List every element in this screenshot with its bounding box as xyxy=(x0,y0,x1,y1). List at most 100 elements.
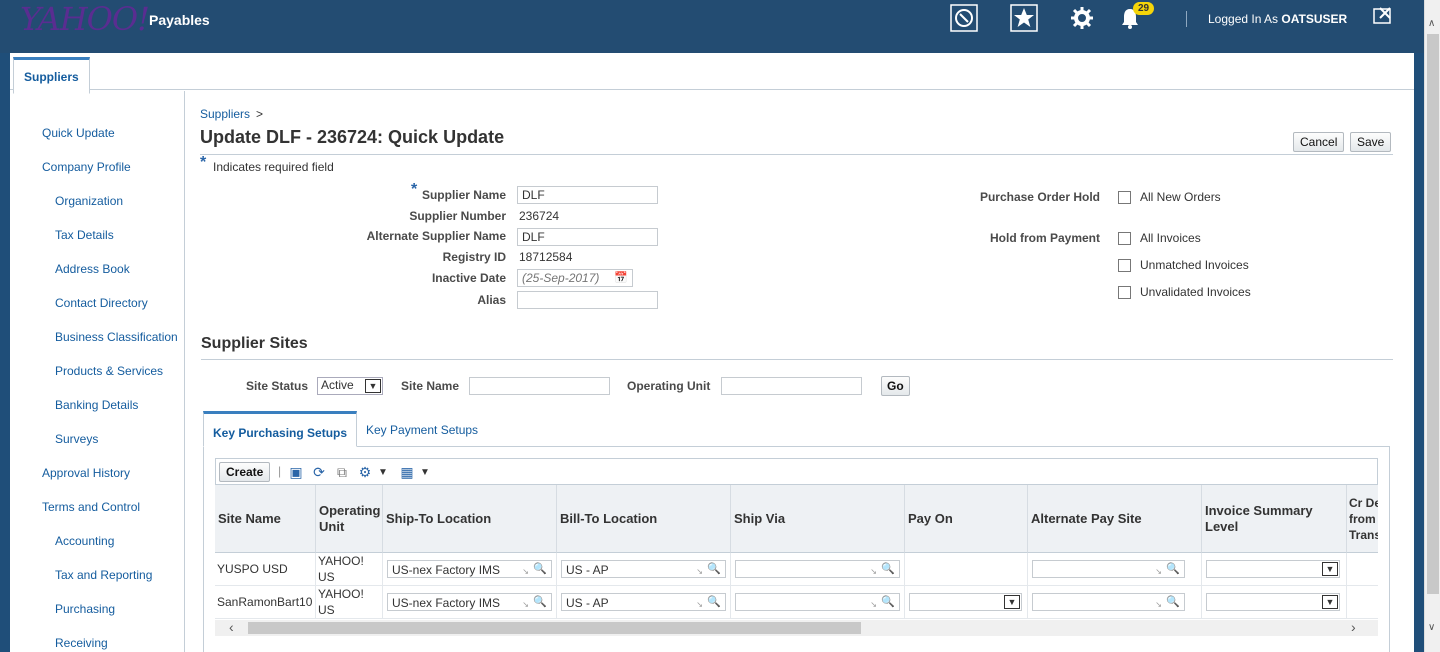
alt-pay-site-lov-input[interactable]: ↘ 🔍 xyxy=(1032,560,1185,578)
search-icon[interactable]: 🔍 xyxy=(533,561,547,577)
search-icon[interactable]: 🔍 xyxy=(881,561,895,577)
table-horizontal-scrollbar[interactable]: ‹ › xyxy=(215,619,1378,636)
unvalidated-invoices-checkbox[interactable] xyxy=(1118,286,1131,299)
ship-via-lov-input[interactable]: ↘ 🔍 xyxy=(735,560,900,578)
tab-key-purchasing-setups[interactable]: Key Purchasing Setups xyxy=(203,411,358,447)
site-status-select[interactable]: Active ▼ xyxy=(317,377,383,395)
search-icon[interactable]: 🔍 xyxy=(707,561,721,577)
alias-label: Alias xyxy=(477,293,506,307)
unmatched-invoices-checkbox[interactable] xyxy=(1118,259,1131,272)
cancel-button[interactable]: Cancel xyxy=(1293,132,1345,152)
search-icon[interactable]: 🔍 xyxy=(1166,561,1180,577)
search-icon[interactable]: 🔍 xyxy=(1166,594,1180,610)
ship-to-value: US-nex Factory IMS xyxy=(392,596,501,610)
table-cell-alt-pay-site: ↘ 🔍 xyxy=(1028,553,1202,586)
table-cell-ship-to: US-nex Factory IMS ↘ 🔍 xyxy=(383,586,557,619)
table-cell-alt-pay-site: ↘ 🔍 xyxy=(1028,586,1202,619)
all-new-orders-checkbox[interactable] xyxy=(1118,191,1131,204)
resize-icon: ↘ xyxy=(696,567,703,576)
scroll-up-arrow-icon[interactable]: ∧ xyxy=(1428,18,1435,29)
col-alternate-pay-site[interactable]: Alternate Pay Site xyxy=(1028,485,1202,553)
operating-unit-label: Operating Unit xyxy=(627,379,711,393)
nav-approval-history[interactable]: Approval History xyxy=(42,466,130,480)
chevron-down-icon[interactable]: ▼ xyxy=(1322,595,1338,609)
search-icon[interactable]: 🔍 xyxy=(881,594,895,610)
pay-on-select[interactable]: ▼ xyxy=(909,593,1022,611)
search-icon[interactable]: 🔍 xyxy=(707,594,721,610)
tab-key-payment-setups[interactable]: Key Payment Setups xyxy=(357,411,487,447)
alt-supplier-name-input[interactable] xyxy=(517,228,658,246)
alt-pay-site-lov-input[interactable]: ↘ 🔍 xyxy=(1032,593,1185,611)
navigator-icon[interactable] xyxy=(950,4,978,32)
nav-contact-directory[interactable]: Contact Directory xyxy=(55,296,148,310)
detach-icon[interactable]: ▣ xyxy=(287,463,305,481)
refresh-icon[interactable]: ⟳ xyxy=(310,463,328,481)
scroll-left-arrow-icon[interactable]: ‹ xyxy=(229,619,234,635)
go-button[interactable]: Go xyxy=(881,376,910,396)
calendar-icon[interactable]: 📅 xyxy=(614,271,628,284)
bill-to-lov-input[interactable]: US - AP ↘ 🔍 xyxy=(561,560,726,578)
registry-id-value: 18712584 xyxy=(519,250,573,264)
col-ship-via[interactable]: Ship Via xyxy=(731,485,905,553)
alias-input[interactable] xyxy=(517,291,658,309)
scrollbar-thumb[interactable] xyxy=(1427,34,1439,594)
scrollbar-thumb[interactable] xyxy=(248,622,861,634)
nav-products-services[interactable]: Products & Services xyxy=(55,364,163,378)
save-button[interactable]: Save xyxy=(1350,132,1392,152)
col-credit-debit-transactions[interactable]: Cr Debit from Trans xyxy=(1347,485,1378,553)
nav-surveys[interactable]: Surveys xyxy=(55,432,98,446)
col-ship-to-location[interactable]: Ship-To Location xyxy=(383,485,557,553)
po-hold-label: Purchase Order Hold xyxy=(979,190,1100,204)
chevron-down-icon[interactable]: ▼ xyxy=(365,379,381,393)
logout-icon[interactable] xyxy=(1372,5,1394,27)
chevron-down-icon[interactable]: ▼ xyxy=(1004,595,1020,609)
nav-business-classification[interactable]: Business Classification xyxy=(55,330,178,344)
supplier-number-label: Supplier Number xyxy=(409,209,506,223)
col-invoice-summary-level[interactable]: Invoice Summary Level xyxy=(1202,485,1347,553)
col-bill-to-location[interactable]: Bill-To Location xyxy=(557,485,731,553)
create-button[interactable]: Create xyxy=(219,462,271,482)
export-icon[interactable]: ⧉ xyxy=(333,463,351,481)
invoice-summary-select[interactable]: ▼ xyxy=(1206,560,1340,578)
site-name-label: Site Name xyxy=(401,379,460,393)
nav-terms-and-control[interactable]: Terms and Control xyxy=(42,500,140,514)
nav-tax-details[interactable]: Tax Details xyxy=(55,228,114,242)
col-site-name[interactable]: Site Name xyxy=(215,485,316,553)
nav-address-book[interactable]: Address Book xyxy=(55,262,130,276)
columns-icon[interactable]: ▦ xyxy=(398,463,416,481)
col-operating-unit[interactable]: Operating Unit xyxy=(316,485,383,553)
supplier-name-input[interactable] xyxy=(517,186,658,204)
ship-to-lov-input[interactable]: US-nex Factory IMS ↘ 🔍 xyxy=(387,593,552,611)
scroll-down-arrow-icon[interactable]: ∨ xyxy=(1428,622,1435,633)
settings-gear-icon[interactable]: ⚙ xyxy=(356,463,374,481)
ship-to-lov-input[interactable]: US-nex Factory IMS ↘ 🔍 xyxy=(387,560,552,578)
nav-company-profile[interactable]: Company Profile xyxy=(42,160,131,174)
breadcrumb-suppliers-link[interactable]: Suppliers xyxy=(200,107,250,121)
all-invoices-checkbox[interactable] xyxy=(1118,232,1131,245)
settings-gear-icon[interactable] xyxy=(1068,4,1096,32)
favorites-star-icon[interactable] xyxy=(1010,4,1038,32)
app-header: YAHOO! Payables 29 Logged In As OATSUSER xyxy=(0,0,1424,53)
nav-organization[interactable]: Organization xyxy=(55,194,123,208)
bill-to-lov-input[interactable]: US - AP ↘ 🔍 xyxy=(561,593,726,611)
page-vertical-scrollbar[interactable]: ∧ ∨ xyxy=(1424,0,1440,652)
chevron-down-icon[interactable]: ▼ xyxy=(1322,562,1338,576)
resize-icon: ↘ xyxy=(1155,600,1162,609)
nav-purchasing[interactable]: Purchasing xyxy=(55,602,115,616)
chevron-down-icon[interactable]: ▼ xyxy=(416,463,434,481)
nav-quick-update[interactable]: Quick Update xyxy=(42,126,115,140)
chevron-down-icon[interactable]: ▼ xyxy=(374,463,392,481)
search-icon[interactable]: 🔍 xyxy=(533,594,547,610)
invoice-summary-select[interactable]: ▼ xyxy=(1206,593,1340,611)
nav-accounting[interactable]: Accounting xyxy=(55,534,114,548)
nav-receiving[interactable]: Receiving xyxy=(55,636,108,650)
site-name-input[interactable] xyxy=(469,377,610,395)
ship-via-lov-input[interactable]: ↘ 🔍 xyxy=(735,593,900,611)
scroll-right-arrow-icon[interactable]: › xyxy=(1351,619,1356,635)
operating-unit-input[interactable] xyxy=(721,377,862,395)
nav-tax-and-reporting[interactable]: Tax and Reporting xyxy=(55,568,152,582)
nav-banking-details[interactable]: Banking Details xyxy=(55,398,138,412)
breadcrumb: Suppliers > xyxy=(200,107,263,121)
col-pay-on[interactable]: Pay On xyxy=(905,485,1028,553)
tab-suppliers[interactable]: Suppliers xyxy=(13,57,90,94)
